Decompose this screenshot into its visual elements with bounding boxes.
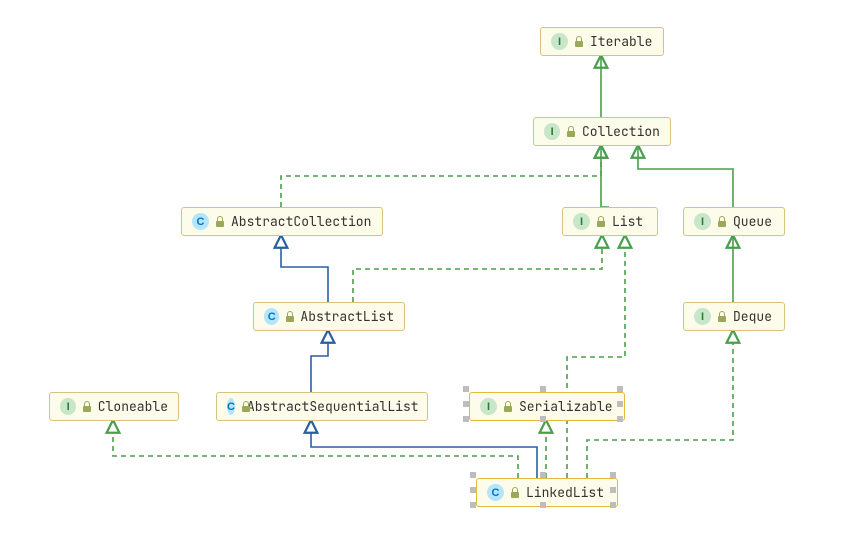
node-queue[interactable]: I Queue	[683, 207, 785, 236]
class-icon: C	[487, 484, 504, 501]
node-label: Deque	[733, 308, 772, 325]
lock-open-icon	[503, 401, 513, 412]
selection-handle[interactable]	[470, 472, 476, 478]
interface-icon: I	[551, 33, 568, 50]
lock-open-icon	[215, 216, 225, 227]
node-label: AbstractCollection	[231, 213, 371, 230]
node-collection[interactable]: I Collection	[533, 117, 671, 146]
lock-open-icon	[596, 216, 606, 227]
node-label: AbstractSequentialList	[247, 398, 419, 415]
selection-handle[interactable]	[617, 386, 623, 392]
interface-icon: I	[480, 398, 497, 415]
interface-icon: I	[60, 398, 76, 415]
selection-handle[interactable]	[463, 386, 469, 392]
node-label: List	[612, 213, 643, 230]
class-icon: C	[264, 308, 279, 325]
lock-open-icon	[574, 36, 584, 47]
node-deque[interactable]: I Deque	[683, 302, 785, 331]
interface-icon: I	[694, 213, 711, 230]
selection-handle[interactable]	[470, 487, 476, 493]
selection-handle[interactable]	[540, 416, 546, 422]
lock-open-icon	[82, 401, 92, 412]
selection-handle[interactable]	[540, 386, 546, 392]
lock-open-icon	[717, 311, 727, 322]
class-icon: C	[192, 213, 209, 230]
diagram-canvas[interactable]: { "nodes": { "iterable": {"kind":"I","la…	[0, 0, 863, 542]
node-cloneable[interactable]: I Cloneable	[49, 392, 179, 421]
selection-handle[interactable]	[463, 401, 469, 407]
selection-handle[interactable]	[540, 502, 546, 508]
node-abstractList[interactable]: C AbstractList	[253, 302, 405, 331]
selection-handle[interactable]	[470, 502, 476, 508]
selection-handle[interactable]	[610, 487, 616, 493]
selection-handle[interactable]	[540, 472, 546, 478]
selection-handle[interactable]	[617, 416, 623, 422]
lock-open-icon	[717, 216, 727, 227]
node-list[interactable]: I List	[562, 207, 658, 236]
node-label: Queue	[733, 213, 772, 230]
selection-handle[interactable]	[617, 401, 623, 407]
node-label: Serializable	[519, 398, 613, 415]
edges-layer	[0, 0, 863, 542]
node-serializable[interactable]: I Serializable	[469, 392, 625, 421]
node-linkedList[interactable]: C LinkedList	[476, 478, 618, 507]
class-icon: C	[227, 398, 235, 415]
node-label: AbstractList	[300, 308, 394, 325]
lock-open-icon	[566, 126, 576, 137]
selection-handle[interactable]	[610, 472, 616, 478]
node-label: Iterable	[590, 33, 652, 50]
node-label: Cloneable	[98, 398, 168, 415]
lock-open-icon	[285, 311, 294, 322]
selection-handle[interactable]	[610, 502, 616, 508]
interface-icon: I	[573, 213, 590, 230]
interface-icon: I	[694, 308, 711, 325]
node-label: Collection	[582, 123, 660, 140]
node-abstractSequentialList[interactable]: C AbstractSequentialList	[216, 392, 428, 421]
node-abstractCollection[interactable]: C AbstractCollection	[181, 207, 383, 236]
lock-open-icon	[510, 487, 520, 498]
node-label: LinkedList	[526, 484, 604, 501]
selection-handle[interactable]	[463, 416, 469, 422]
node-iterable[interactable]: I Iterable	[540, 27, 664, 56]
interface-icon: I	[544, 123, 560, 140]
